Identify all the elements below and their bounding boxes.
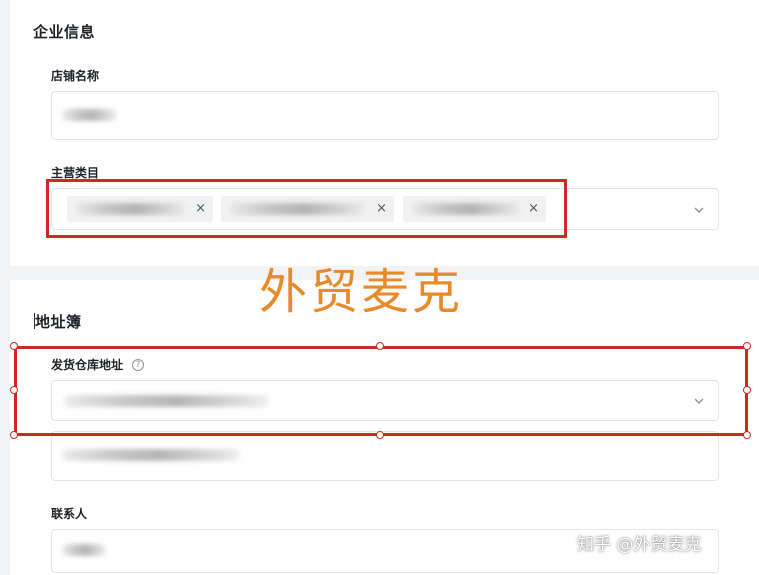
address-book-title: 地址簿: [35, 313, 82, 331]
watermark-corner: 知乎 @外贸麦克: [577, 535, 702, 555]
resize-handle[interactable]: [10, 342, 18, 350]
question-circle-icon[interactable]: ?: [132, 359, 144, 371]
contact-value-redacted: [62, 544, 106, 556]
category-tag-text-redacted: [229, 203, 367, 215]
resize-handle[interactable]: [743, 342, 751, 350]
chevron-down-icon[interactable]: [692, 394, 706, 408]
resize-handle[interactable]: [10, 386, 18, 394]
store-name-input[interactable]: [51, 91, 719, 140]
company-info-title: 企业信息: [33, 23, 96, 41]
address-detail-input[interactable]: [51, 431, 719, 481]
category-tag-text-redacted: [411, 203, 521, 215]
category-tag[interactable]: ×: [67, 196, 213, 222]
resize-handle[interactable]: [376, 431, 384, 439]
category-tag-text-redacted: [75, 203, 187, 215]
close-icon[interactable]: ×: [376, 201, 387, 217]
chevron-down-icon[interactable]: [692, 203, 706, 217]
settings-page: 企业信息 店铺名称 主营类目 × × × 地址簿 发货仓库地址 ? 联系人 外贸…: [0, 0, 759, 575]
resize-handle[interactable]: [743, 431, 751, 439]
resize-handle[interactable]: [10, 431, 18, 439]
category-tag[interactable]: ×: [221, 196, 394, 222]
watermark-text: 外贸麦克: [259, 264, 464, 320]
warehouse-address-value-redacted: [64, 395, 269, 407]
resize-handle[interactable]: [743, 386, 751, 394]
resize-handle[interactable]: [376, 342, 384, 350]
warehouse-address-label: 发货仓库地址: [51, 358, 124, 372]
warehouse-address-select[interactable]: [51, 380, 719, 421]
category-tag[interactable]: ×: [403, 196, 546, 222]
main-category-label: 主营类目: [51, 166, 100, 180]
close-icon[interactable]: ×: [195, 201, 206, 217]
address-detail-value-redacted: [62, 449, 240, 461]
store-name-label: 店铺名称: [51, 69, 100, 83]
contact-label: 联系人: [51, 507, 88, 521]
close-icon[interactable]: ×: [528, 201, 539, 217]
store-name-value-redacted: [62, 109, 117, 121]
